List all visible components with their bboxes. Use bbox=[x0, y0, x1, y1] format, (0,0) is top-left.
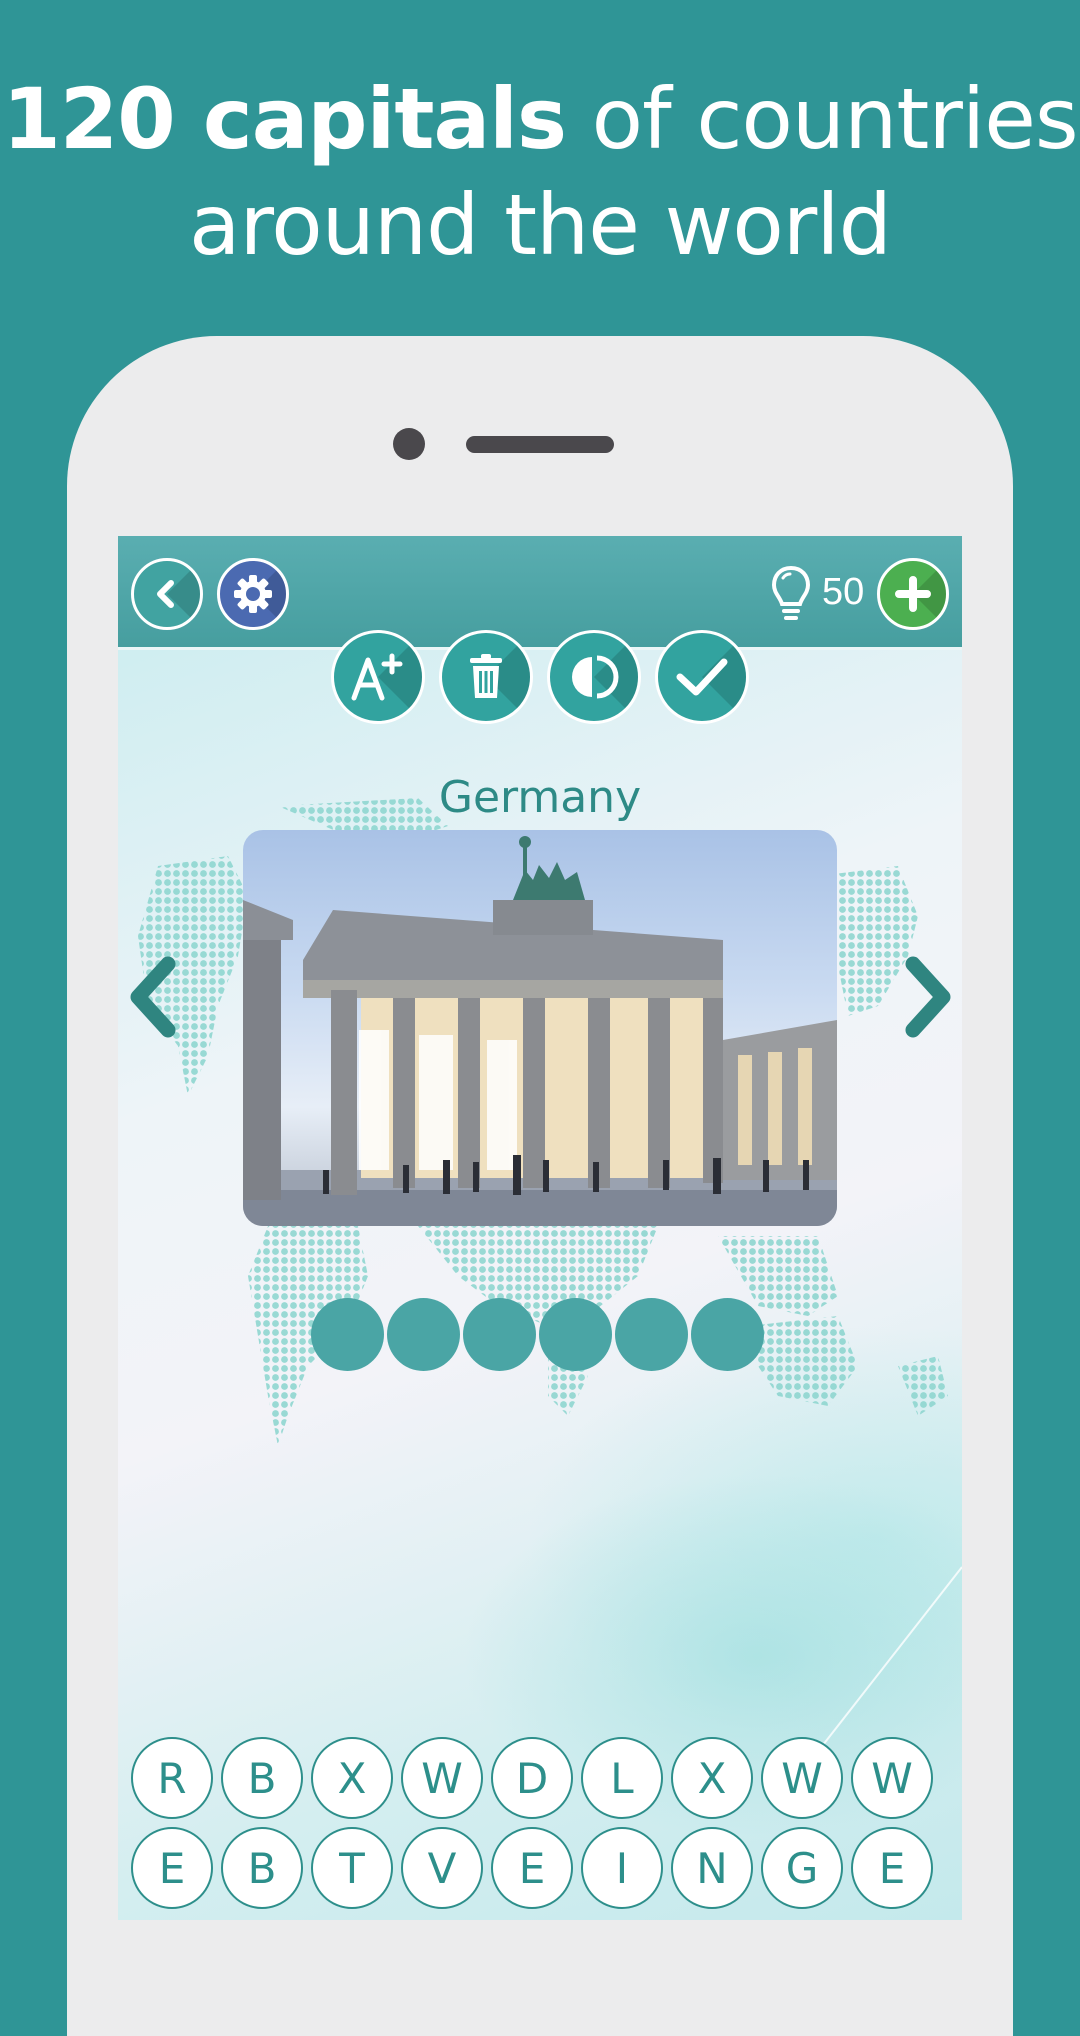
previous-arrow-icon[interactable] bbox=[128, 954, 178, 1040]
letter-plus-icon bbox=[351, 653, 403, 701]
brandenburg-gate-illustration bbox=[243, 836, 837, 1226]
letter-key[interactable]: V bbox=[401, 1827, 483, 1909]
letter-key[interactable]: I bbox=[581, 1827, 663, 1909]
remove-letters-button[interactable] bbox=[439, 630, 533, 724]
answer-slot[interactable] bbox=[691, 1298, 764, 1371]
keyboard-row: R B X W D L X W W bbox=[131, 1737, 961, 1819]
letter-key[interactable]: L bbox=[581, 1737, 663, 1819]
answer-slot[interactable] bbox=[539, 1298, 612, 1371]
phone-camera bbox=[393, 428, 425, 460]
lightbulb-icon bbox=[771, 565, 811, 620]
letter-key[interactable]: W bbox=[401, 1737, 483, 1819]
add-hints-button[interactable] bbox=[877, 558, 949, 630]
keyboard-row: E B T V E I N G E bbox=[131, 1827, 961, 1909]
answer-slot[interactable] bbox=[615, 1298, 688, 1371]
trash-icon bbox=[470, 654, 502, 698]
decorative-line bbox=[813, 1566, 962, 1757]
letter-key[interactable]: X bbox=[671, 1737, 753, 1819]
top-bar: 50 bbox=[118, 536, 962, 650]
letter-key[interactable]: E bbox=[131, 1827, 213, 1909]
letter-key[interactable]: E bbox=[491, 1827, 573, 1909]
landmark-photo bbox=[243, 830, 837, 1226]
letter-key[interactable]: D bbox=[491, 1737, 573, 1819]
headline-bold: 120 capitals bbox=[2, 70, 567, 168]
answer-slot[interactable] bbox=[463, 1298, 536, 1371]
country-name: Germany bbox=[438, 772, 642, 823]
contrast-icon bbox=[572, 655, 619, 699]
letter-key[interactable]: G bbox=[761, 1827, 843, 1909]
letter-key[interactable]: E bbox=[851, 1827, 933, 1909]
gear-icon bbox=[234, 575, 272, 613]
letter-keyboard: R B X W D L X W W E B T V E I N G E bbox=[131, 1737, 961, 1917]
phone-speaker bbox=[466, 436, 614, 453]
promo-headline: 120 capitals of countries around the wor… bbox=[0, 66, 1080, 278]
headline-rest: of countries bbox=[565, 70, 1079, 168]
answer-slots bbox=[311, 1298, 764, 1371]
chevron-left-icon bbox=[157, 580, 174, 608]
headline-line2: around the world bbox=[189, 176, 892, 274]
hint-count: 50 bbox=[822, 571, 865, 613]
answer-slot[interactable] bbox=[311, 1298, 384, 1371]
settings-button[interactable] bbox=[217, 558, 289, 630]
letter-key[interactable]: X bbox=[311, 1737, 393, 1819]
letter-key[interactable]: N bbox=[671, 1827, 753, 1909]
back-button[interactable] bbox=[131, 558, 203, 630]
letter-key[interactable]: W bbox=[761, 1737, 843, 1819]
solve-button[interactable] bbox=[655, 630, 749, 724]
app-screen: 50 Germany R B X W D L X W W E B T V E I… bbox=[118, 536, 962, 1920]
checkmark-icon bbox=[676, 658, 728, 696]
letter-key[interactable]: B bbox=[221, 1737, 303, 1819]
answer-slot[interactable] bbox=[387, 1298, 460, 1371]
plus-icon bbox=[895, 576, 931, 612]
reveal-letter-button[interactable] bbox=[331, 630, 425, 724]
letter-key[interactable]: W bbox=[851, 1737, 933, 1819]
letter-key[interactable]: B bbox=[221, 1827, 303, 1909]
half-hint-button[interactable] bbox=[547, 630, 641, 724]
letter-key[interactable]: T bbox=[311, 1827, 393, 1909]
letter-key[interactable]: R bbox=[131, 1737, 213, 1819]
next-arrow-icon[interactable] bbox=[903, 954, 953, 1040]
